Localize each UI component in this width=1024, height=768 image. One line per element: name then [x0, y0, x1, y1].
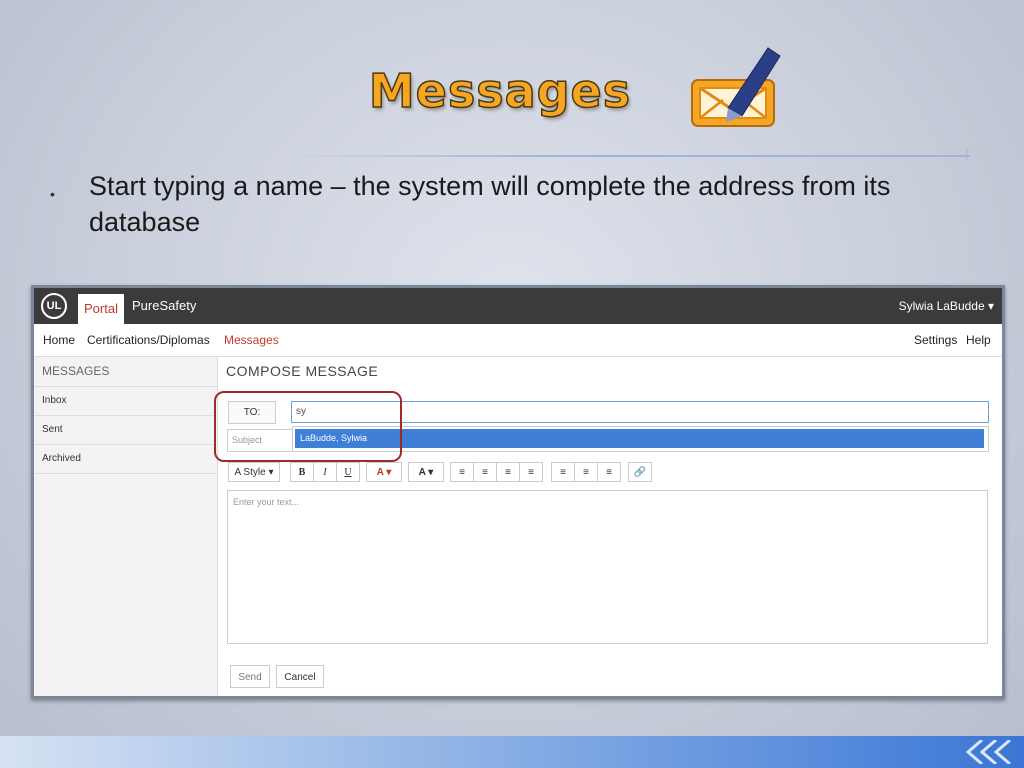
ul-logo-icon[interactable]: UL [41, 293, 67, 319]
align-center-icon[interactable]: ≡ [574, 462, 598, 482]
sidebar-header: MESSAGES [34, 357, 217, 387]
portal-window: UL Portal PureSafety Sylwia LaBudde ▾ Ho… [31, 285, 1005, 699]
bullet-text: Start typing a name – the system will co… [89, 171, 891, 237]
style-dropdown[interactable]: A Style ▾ [228, 462, 280, 482]
title-divider [280, 155, 970, 157]
chevron-left-icon [965, 740, 1011, 764]
italic-button[interactable]: I [313, 462, 337, 482]
compose-title: COMPOSE MESSAGE [226, 363, 379, 379]
bold-button[interactable]: B [290, 462, 314, 482]
bullet-marker: • [50, 186, 55, 202]
nav-help[interactable]: Help [966, 324, 991, 356]
editor-placeholder: Enter your text... [233, 497, 300, 507]
align-right-icon[interactable]: ≡ [597, 462, 621, 482]
numbered-list-icon[interactable]: ≡ [473, 462, 497, 482]
nav-home[interactable]: Home [43, 324, 75, 356]
sidebar-item-archived[interactable]: Archived [34, 445, 217, 474]
nav-settings[interactable]: Settings [914, 324, 957, 356]
envelope-pen-icon [691, 47, 781, 127]
compose-panel: COMPOSE MESSAGE TO: sy Subject LaBudde, … [214, 357, 1002, 696]
underline-button[interactable]: U [336, 462, 360, 482]
footer-bar [0, 736, 1024, 768]
title-divider-hook [966, 147, 973, 163]
user-menu[interactable]: Sylwia LaBudde ▾ [899, 288, 994, 324]
bullet-list-icon[interactable]: ≡ [450, 462, 474, 482]
message-editor[interactable]: Enter your text... [227, 490, 988, 644]
send-button[interactable]: Send [230, 665, 270, 688]
cancel-button[interactable]: Cancel [276, 665, 324, 688]
highlight-color-button[interactable]: A ▾ [408, 462, 444, 482]
nav-certifications[interactable]: Certifications/Diplomas [87, 324, 210, 356]
nav-bar: Home Certifications/Diplomas Messages Se… [34, 324, 1002, 357]
slide-title: Messages [368, 63, 632, 119]
link-icon[interactable]: 🔗 [628, 462, 652, 482]
nav-messages[interactable]: Messages [224, 324, 279, 356]
sidebar-item-inbox[interactable]: Inbox [34, 387, 217, 416]
brand-puresafety[interactable]: PureSafety [132, 288, 196, 324]
font-color-button[interactable]: A ▾ [366, 462, 402, 482]
outdent-icon[interactable]: ≡ [496, 462, 520, 482]
top-bar: UL Portal PureSafety Sylwia LaBudde ▾ [34, 288, 1002, 324]
sidebar-item-sent[interactable]: Sent [34, 416, 217, 445]
indent-icon[interactable]: ≡ [519, 462, 543, 482]
tab-portal[interactable]: Portal [78, 294, 124, 324]
align-left-icon[interactable]: ≡ [551, 462, 575, 482]
callout-highlight [214, 391, 402, 462]
messages-sidebar: MESSAGES Inbox Sent Archived [34, 357, 218, 696]
